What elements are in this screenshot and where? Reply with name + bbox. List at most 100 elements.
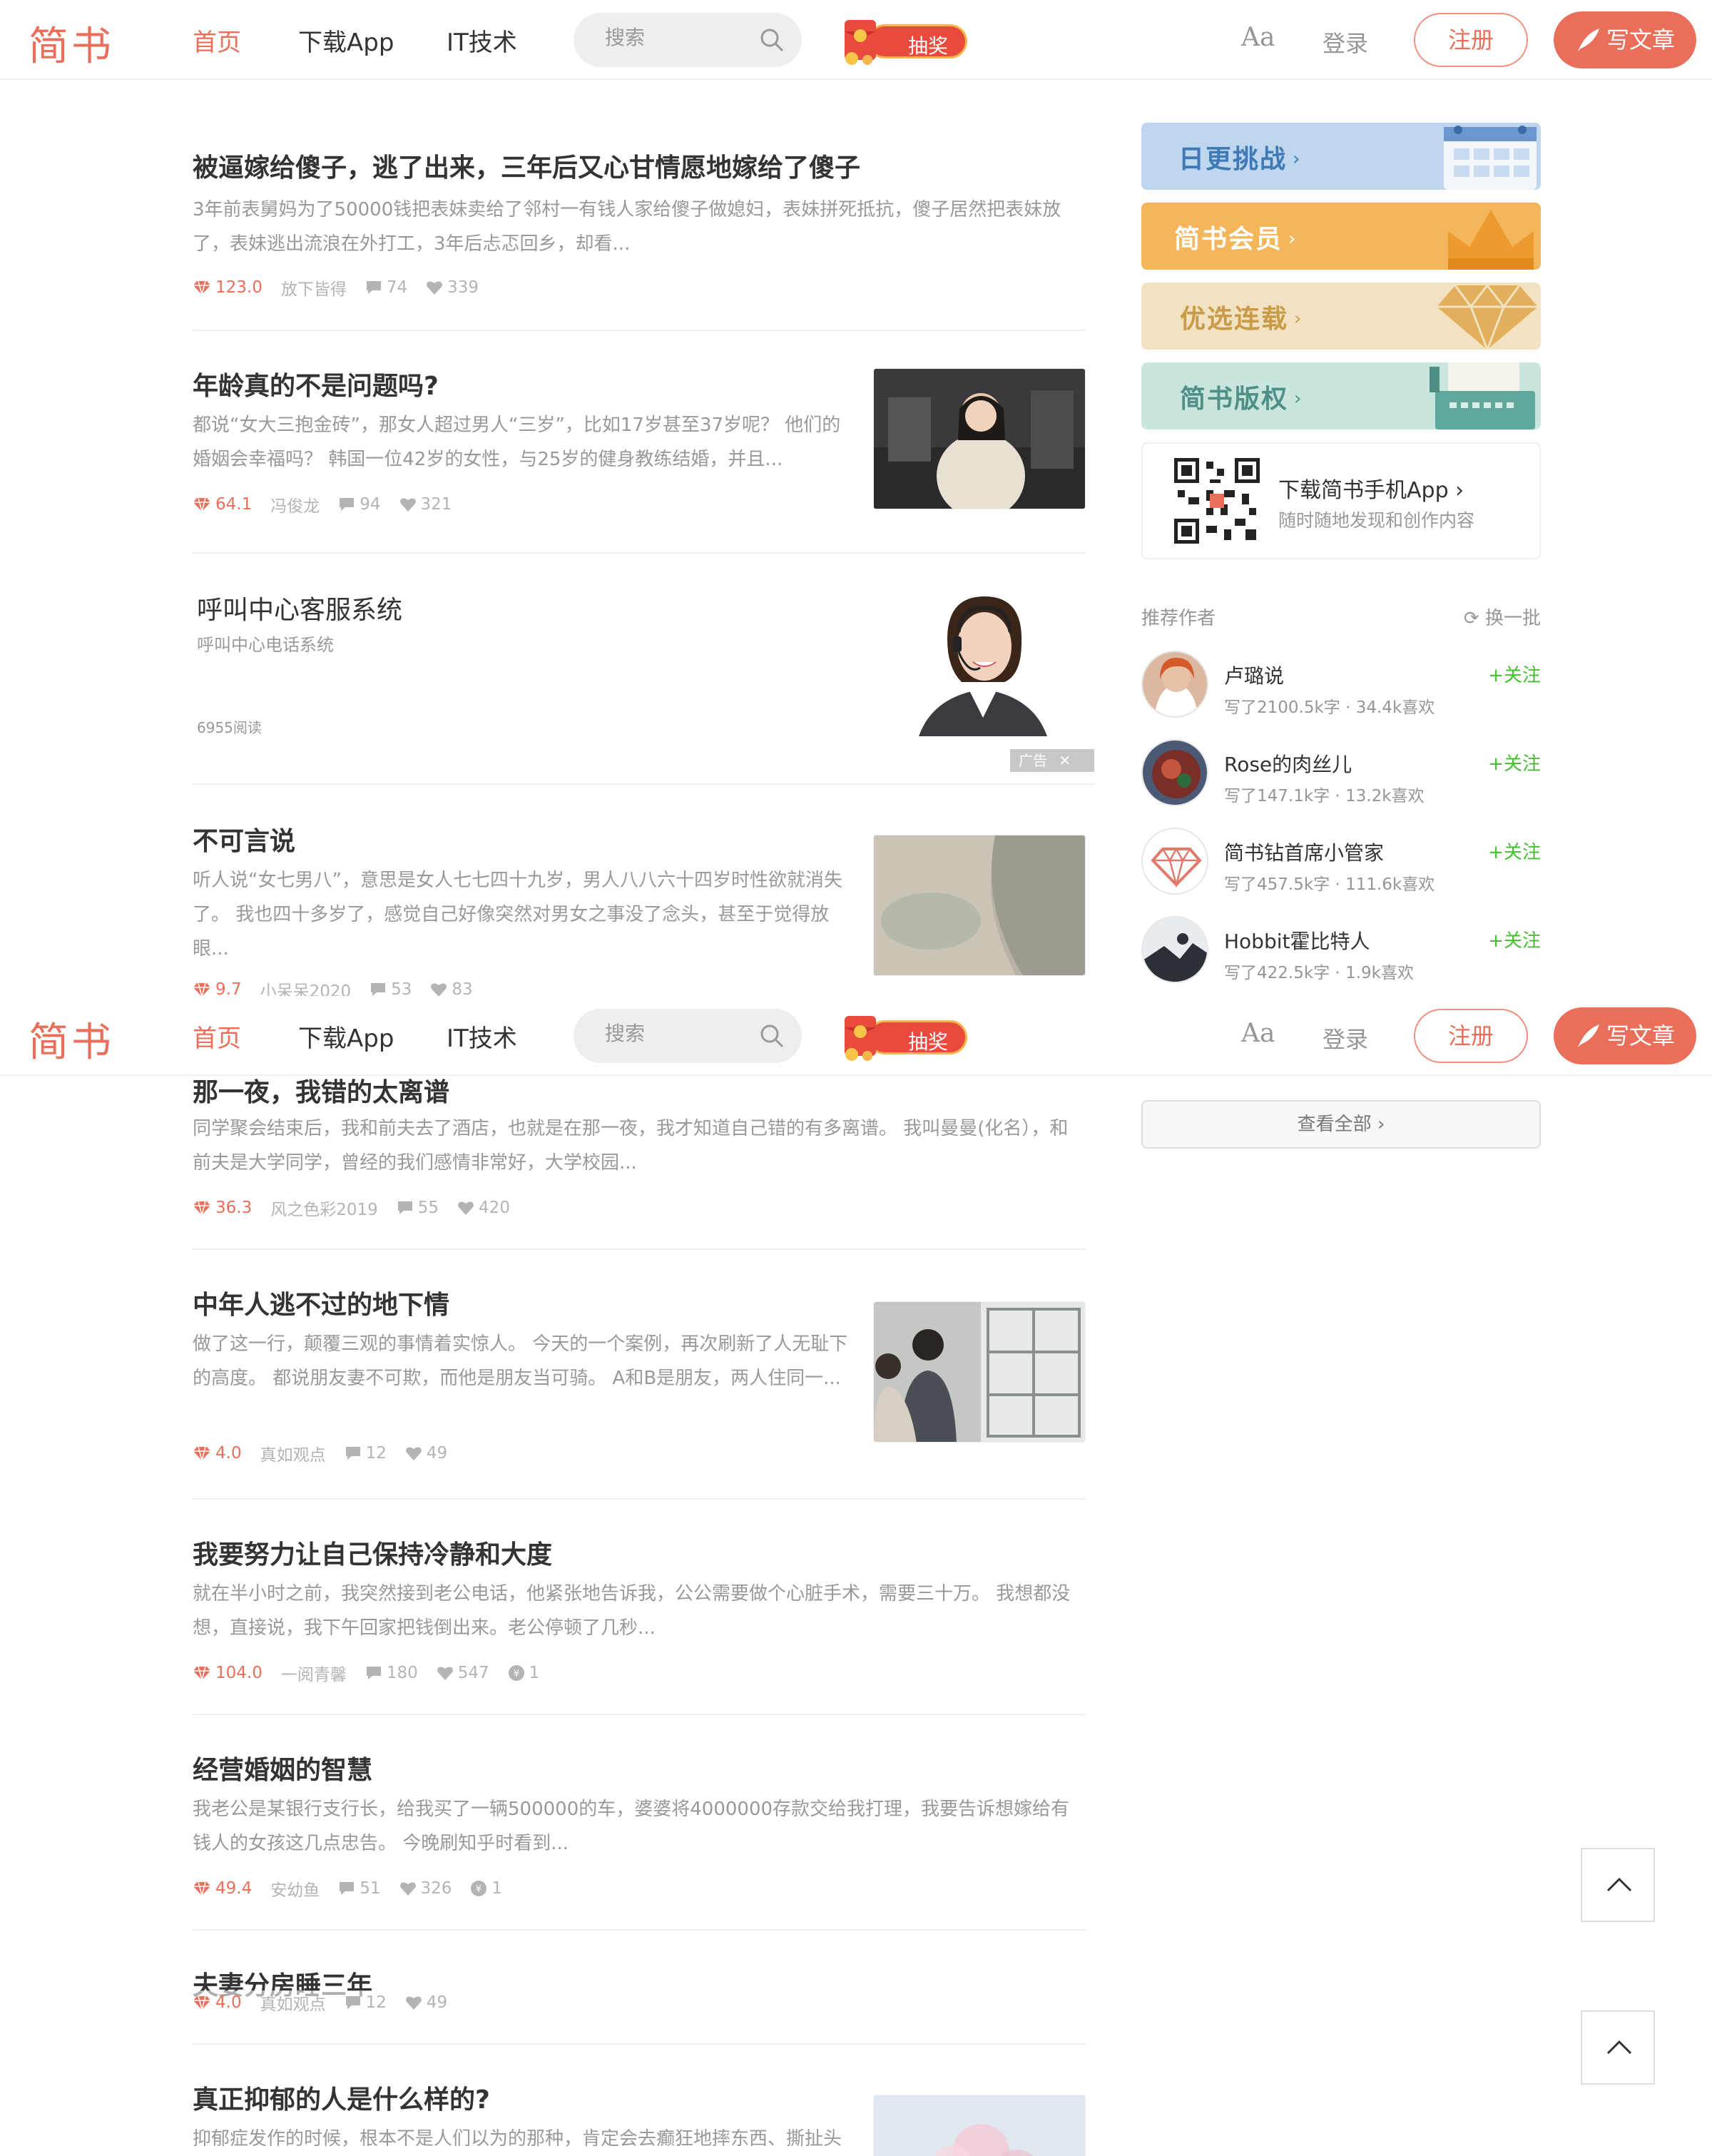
diamond-value: 104.0 xyxy=(215,1664,263,1682)
app-download-card[interactable]: 下载简书手机App › 随时随地发现和创作内容 xyxy=(1141,442,1541,559)
article-meta: 4.0 真如观点 12 49 xyxy=(193,1441,466,1465)
article-title[interactable]: 经营婚姻的智慧 xyxy=(193,1749,372,1786)
logo[interactable]: 简书 xyxy=(29,14,114,72)
svg-text:¥: ¥ xyxy=(476,1884,482,1895)
article-thumbnail[interactable] xyxy=(873,835,1086,976)
article-title[interactable]: 真正抑郁的人是什么样的? xyxy=(193,2079,490,2116)
red-envelope-icon xyxy=(845,20,876,65)
article-thumbnail[interactable] xyxy=(873,2095,1086,2156)
search-icon[interactable] xyxy=(759,1023,785,1049)
article-title[interactable]: 那一夜，我错的太离谱 xyxy=(193,1072,449,1109)
author-item: Hobbit霍比特人 写了422.5k字 · 1.9k喜欢 +关注 xyxy=(1141,912,1541,983)
comment-stat[interactable]: 180 xyxy=(365,1664,418,1682)
like-count: 49 xyxy=(426,1993,448,2012)
write-label: 写文章 xyxy=(1606,1022,1676,1049)
comment-stat[interactable]: 74 xyxy=(365,278,407,297)
ad-card[interactable]: 呼叫中心客服系统 呼叫中心电话系统 6955阅读 广告 ✕ xyxy=(193,574,1094,785)
refresh-label: 换一批 xyxy=(1484,608,1541,629)
board-label: 日更挑战 xyxy=(1178,145,1288,174)
author-name[interactable]: Rose的肉丝儿 xyxy=(1224,749,1352,778)
board-copyright[interactable]: 简书版权 › xyxy=(1141,362,1541,429)
author-name[interactable]: Hobbit霍比特人 xyxy=(1224,926,1370,955)
follow-button[interactable]: +关注 xyxy=(1488,661,1541,687)
comment-stat[interactable]: 51 xyxy=(338,1879,381,1898)
back-to-top-button[interactable] xyxy=(1581,2010,1655,2085)
lottery-button[interactable]: 抽奖 xyxy=(839,14,972,68)
like-stat: 49 xyxy=(405,1444,447,1463)
nav-download-app[interactable]: 下载App xyxy=(298,23,394,58)
login-link[interactable]: 登录 xyxy=(1323,1022,1368,1054)
board-serials[interactable]: 优选连载 › xyxy=(1141,283,1541,350)
like-stat: 339 xyxy=(426,278,479,297)
article-author[interactable]: 真如观点 xyxy=(260,1990,326,2015)
article-item: 经营婚姻的智慧 我老公是某银行支行长，给我买了一辆500000的车，婆婆将400… xyxy=(193,1744,1086,1931)
search-input[interactable] xyxy=(605,26,748,49)
follow-button[interactable]: +关注 xyxy=(1488,926,1541,952)
see-all-button[interactable]: 查看全部 › xyxy=(1141,1100,1541,1149)
nav-it-tech[interactable]: IT技术 xyxy=(447,23,517,58)
author-name[interactable]: 简书钻首席小管家 xyxy=(1224,838,1384,866)
diamond-value: 4.0 xyxy=(215,1993,242,2012)
font-toggle[interactable]: Aa xyxy=(1241,23,1275,52)
nav-home[interactable]: 首页 xyxy=(193,1019,241,1054)
write-article-button[interactable]: 写文章 xyxy=(1554,1007,1696,1064)
search-box[interactable] xyxy=(574,13,802,67)
close-icon[interactable]: ✕ xyxy=(1059,752,1071,769)
comment-stat[interactable]: 12 xyxy=(345,1444,387,1463)
search-input[interactable] xyxy=(605,1022,748,1045)
comment-stat[interactable]: 94 xyxy=(338,495,381,514)
logo[interactable]: 简书 xyxy=(29,1010,114,1068)
article-title[interactable]: 我要努力让自己保持冷静和大度 xyxy=(193,1534,552,1571)
article-thumbnail[interactable] xyxy=(873,368,1086,509)
author-name[interactable]: 卢璐说 xyxy=(1224,661,1284,689)
article-meta: 4.0 真如观点 12 49 xyxy=(193,1990,467,2015)
search-box[interactable] xyxy=(574,1009,802,1063)
article-author[interactable]: 放下皆得 xyxy=(281,275,347,300)
chevron-right-icon: › xyxy=(1455,478,1464,503)
article-item: 那一夜，我错的太离谱 同学聚会结束后，我和前夫去了酒店，也就是在那一夜，我才知道… xyxy=(193,1076,1086,1250)
board-membership[interactable]: 简书会员 › xyxy=(1141,203,1541,270)
write-article-button[interactable]: 写文章 xyxy=(1554,11,1696,68)
article-title[interactable]: 不可言说 xyxy=(193,820,295,858)
author-item: 卢璐说 写了2100.5k字 · 34.4k喜欢 +关注 xyxy=(1141,646,1541,718)
heart-icon xyxy=(431,983,447,997)
comment-stat[interactable]: 12 xyxy=(345,1993,387,2012)
nav-download-app[interactable]: 下载App xyxy=(298,1019,394,1054)
follow-button[interactable]: +关注 xyxy=(1488,838,1541,864)
app-download-title-text: 下载简书手机App xyxy=(1278,478,1449,503)
article-author[interactable]: 真如观点 xyxy=(260,1441,326,1465)
follow-button[interactable]: +关注 xyxy=(1488,749,1541,776)
article-title[interactable]: 年龄真的不是问题吗? xyxy=(193,365,439,402)
nav-home[interactable]: 首页 xyxy=(193,23,241,58)
article-title[interactable]: 被逼嫁给傻子，逃了出来，三年后又心甘情愿地嫁给了傻子 xyxy=(193,147,860,184)
refresh-button[interactable]: ⟳ 换一批 xyxy=(1464,604,1541,630)
chevron-up-icon xyxy=(1606,2040,1632,2055)
diamond-stat: 4.0 xyxy=(193,1993,242,2012)
comment-icon xyxy=(371,983,386,996)
ad-title[interactable]: 呼叫中心客服系统 xyxy=(197,589,402,626)
article-author[interactable]: 安幼鱼 xyxy=(270,1876,320,1901)
comment-count: 180 xyxy=(386,1664,418,1682)
article-meta: 123.0 放下皆得 74 339 xyxy=(193,275,497,300)
ad-tag[interactable]: 广告 ✕ xyxy=(1010,749,1094,772)
font-toggle[interactable]: Aa xyxy=(1241,1019,1275,1048)
article-author[interactable]: 一阅青馨 xyxy=(281,1661,347,1685)
login-link[interactable]: 登录 xyxy=(1323,26,1368,59)
nav-it-tech[interactable]: IT技术 xyxy=(447,1019,517,1054)
back-to-top-button[interactable] xyxy=(1581,1848,1655,1922)
like-count: 321 xyxy=(420,495,452,514)
article-author[interactable]: 风之色彩2019 xyxy=(270,1196,378,1220)
article-thumbnail[interactable] xyxy=(873,1301,1086,1443)
avatar[interactable] xyxy=(1141,828,1208,895)
register-button[interactable]: 注册 xyxy=(1414,1009,1528,1063)
article-author[interactable]: 冯俊龙 xyxy=(270,492,320,517)
comment-stat[interactable]: 55 xyxy=(397,1199,439,1217)
lottery-button[interactable]: 抽奖 xyxy=(839,1010,972,1064)
register-button[interactable]: 注册 xyxy=(1414,13,1528,67)
search-icon[interactable] xyxy=(759,27,785,53)
avatar[interactable] xyxy=(1141,916,1208,983)
article-title[interactable]: 中年人逃不过的地下情 xyxy=(193,1284,449,1321)
board-daily-challenge[interactable]: 日更挑战 › xyxy=(1141,123,1541,190)
avatar[interactable] xyxy=(1141,739,1208,806)
avatar[interactable] xyxy=(1141,651,1208,718)
